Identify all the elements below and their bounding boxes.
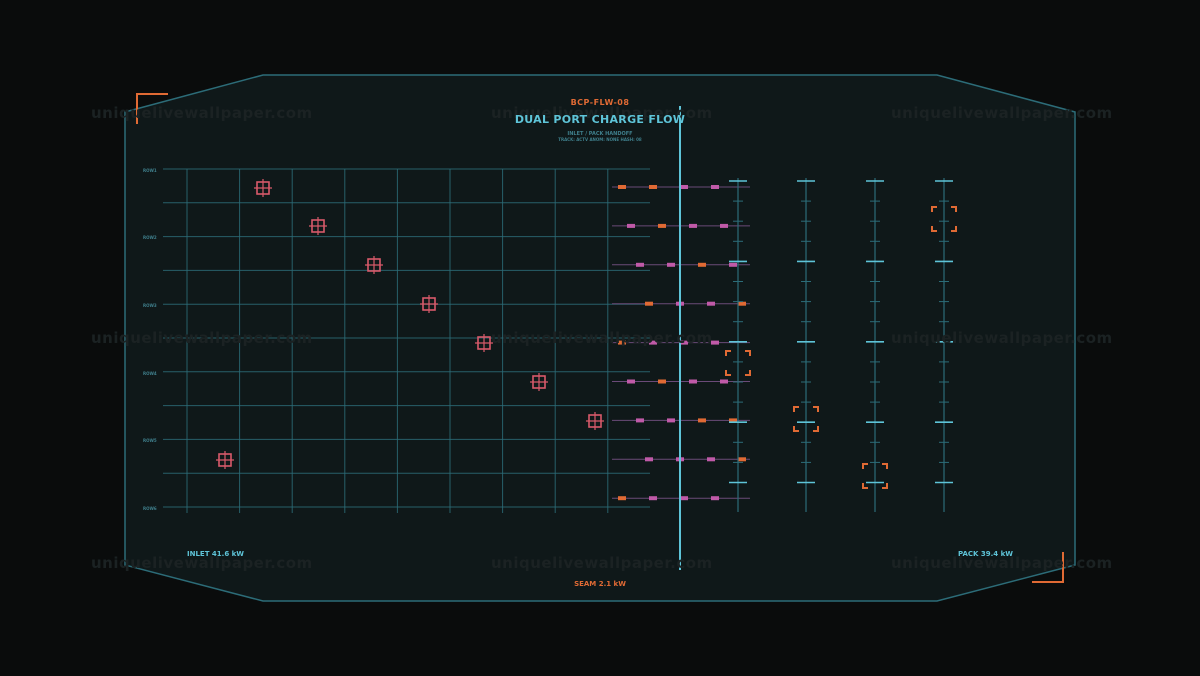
crosshair-marker-icon: [216, 451, 234, 469]
flow-pulse: [645, 457, 653, 462]
flow-pulse: [711, 185, 719, 189]
flow-pulse: [738, 301, 746, 306]
watermark: uniquelivewallpaper.com: [91, 329, 313, 347]
flow-pulse: [680, 185, 688, 189]
flow-pulse: [649, 185, 657, 189]
pack-readout: PACK 39.4 kW: [958, 550, 1013, 558]
crosshair-marker-icon: [420, 295, 438, 313]
flow-pulse: [618, 496, 626, 501]
flow-pulse: [698, 418, 706, 423]
row-label: ROW1: [143, 168, 157, 173]
flow-pulse: [649, 496, 657, 501]
flow-pulse: [689, 223, 697, 228]
flow-pulse: [689, 379, 697, 384]
panel-status-line: TRACK: ACTV ANOM: NONE HASH: 08: [558, 137, 642, 142]
crosshair-marker-icon: [530, 373, 548, 391]
flow-pulse: [720, 379, 728, 384]
flow-pulse: [680, 496, 688, 501]
crosshair-marker-icon: [365, 256, 383, 274]
hud-screen: uniquelivewallpaper.com uniquelivewallpa…: [0, 0, 1200, 676]
flow-pulse: [698, 262, 706, 267]
watermark: uniquelivewallpaper.com: [491, 554, 713, 572]
flow-pulse: [658, 379, 666, 384]
flow-pulse: [636, 262, 644, 267]
flow-pulse: [707, 457, 715, 462]
crosshair-marker-icon: [254, 179, 272, 197]
row-label: ROW5: [143, 438, 157, 443]
flow-pulse: [627, 223, 635, 228]
panel-code: BCP-FLW-08: [570, 98, 630, 107]
flow-pulse: [658, 223, 666, 228]
row-label: ROW4: [143, 371, 157, 376]
flow-pulse: [645, 301, 653, 306]
watermark: uniquelivewallpaper.com: [491, 329, 713, 347]
seam-readout: SEAM 2.1 kW: [574, 580, 626, 588]
flow-pulse: [729, 262, 737, 267]
flow-pulse: [627, 379, 635, 384]
row-label: ROW3: [143, 303, 157, 308]
flow-pulse: [720, 223, 728, 228]
crosshair-marker-icon: [309, 217, 327, 235]
row-label: ROW2: [143, 235, 157, 240]
row-label: ROW6: [143, 506, 157, 511]
flow-pulse: [618, 185, 626, 189]
flow-pulse: [707, 301, 715, 306]
crosshair-marker-icon: [586, 412, 604, 430]
panel-title: DUAL PORT CHARGE FLOW: [514, 113, 686, 126]
watermark: uniquelivewallpaper.com: [891, 329, 1113, 347]
flow-pulse: [636, 418, 644, 423]
flow-pulse: [711, 496, 719, 501]
flow-pulse: [667, 418, 675, 423]
inlet-readout: INLET 41.6 kW: [187, 550, 245, 558]
flow-pulse: [667, 262, 675, 267]
flow-pulse: [738, 457, 746, 462]
